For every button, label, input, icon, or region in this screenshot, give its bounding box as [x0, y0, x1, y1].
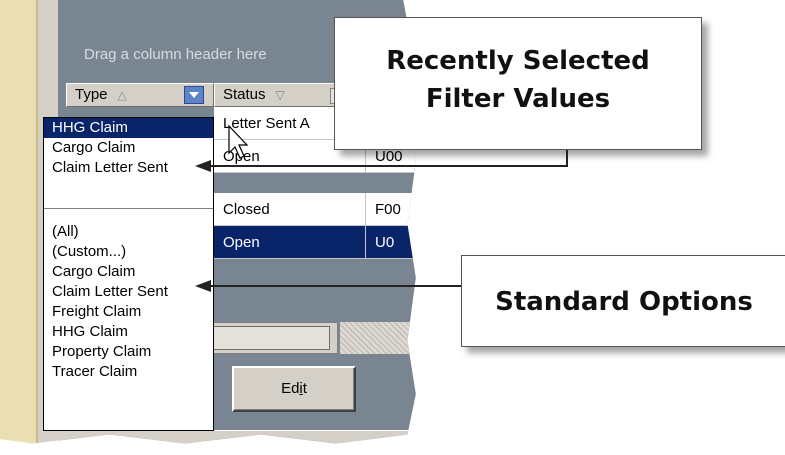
sort-descending-icon: ▽: [275, 88, 285, 102]
table-row-3-code[interactable]: F00: [366, 193, 416, 226]
disabled-area: [340, 322, 416, 354]
left-window-edge: [0, 0, 36, 444]
column-header-status-label: Status: [223, 86, 266, 103]
column-header-type-label: Type: [75, 86, 108, 103]
callout-recently-selected-line1: Recently Selected: [386, 46, 650, 76]
filter-option-all[interactable]: (All): [44, 222, 213, 242]
type-filter-dropdown-list: HHG Claim Cargo Claim Claim Letter Sent …: [43, 117, 214, 431]
filter-option-cargo-claim[interactable]: Cargo Claim: [44, 262, 213, 282]
filter-option-hhg-claim[interactable]: HHG Claim: [44, 322, 213, 342]
filter-option-property-claim[interactable]: Property Claim: [44, 342, 213, 362]
bottom-tab-strip: [58, 430, 416, 444]
table-row-3-status[interactable]: Closed: [214, 193, 366, 226]
window-edge-line: [36, 0, 38, 444]
type-filter-dropdown-button[interactable]: [184, 86, 204, 104]
filter-option-tracer-claim[interactable]: Tracer Claim: [44, 362, 213, 382]
edit-button[interactable]: Edit: [232, 366, 356, 412]
sort-ascending-icon: △: [117, 88, 127, 102]
recent-filter-value-claim-letter-sent[interactable]: Claim Letter Sent: [44, 158, 213, 178]
table-row-4-code[interactable]: U0: [366, 226, 416, 259]
filter-option-custom[interactable]: (Custom...): [44, 242, 213, 262]
callout-standard-options: Standard Options: [461, 255, 785, 347]
filter-option-freight-claim[interactable]: Freight Claim: [44, 302, 213, 322]
group-by-hint: Drag a column header here: [84, 46, 267, 63]
recent-filter-value-hhg-claim[interactable]: HHG Claim: [44, 118, 213, 138]
filter-option-claim-letter-sent[interactable]: Claim Letter Sent: [44, 282, 213, 302]
recent-filter-value-cargo-claim[interactable]: Cargo Claim: [44, 138, 213, 158]
table-row-4-status[interactable]: Open: [214, 226, 366, 259]
horizontal-scrollbar[interactable]: [200, 326, 330, 350]
callout-recently-selected: Recently Selected Filter Values: [334, 17, 702, 150]
dropdown-separator: [44, 208, 213, 209]
callout-recently-selected-line2: Filter Values: [425, 84, 611, 114]
